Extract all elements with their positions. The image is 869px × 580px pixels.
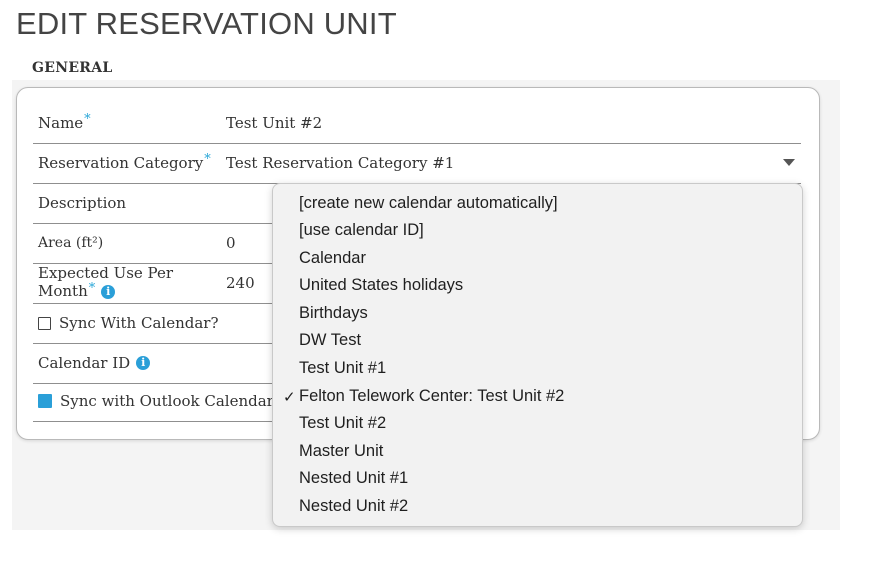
- area-label: Area (ft²): [38, 235, 104, 251]
- panel-gutter: [0, 80, 12, 530]
- dropdown-option[interactable]: Nested Unit #2: [299, 493, 408, 520]
- dropdown-option[interactable]: Nested Unit #1: [299, 465, 408, 492]
- option-label: Test Unit #2: [299, 414, 387, 432]
- chevron-down-icon[interactable]: [783, 159, 795, 166]
- form-row-name: Name * Test Unit #2: [33, 103, 801, 144]
- dropdown-option[interactable]: Calendar: [299, 245, 366, 272]
- sync-outlook-checkbox[interactable]: [38, 394, 52, 408]
- category-select[interactable]: Test Reservation Category #1: [226, 143, 454, 183]
- dropdown-option[interactable]: [use calendar ID]: [299, 217, 424, 244]
- dropdown-option[interactable]: [create new calendar automatically]: [299, 190, 558, 217]
- description-label: Description: [38, 194, 127, 212]
- expected-use-field[interactable]: 240: [226, 263, 255, 303]
- expected-use-label-line1: Expected Use Per: [38, 264, 174, 282]
- option-label: Felton Telework Center: Test Unit #2: [299, 387, 565, 405]
- page-title: EDIT RESERVATION UNIT: [16, 6, 397, 41]
- option-label: Test Unit #1: [299, 359, 387, 377]
- option-label: Master Unit: [299, 442, 384, 460]
- name-field[interactable]: Test Unit #2: [226, 103, 322, 143]
- category-label: Reservation Category *: [38, 143, 211, 183]
- option-label: Calendar: [299, 249, 366, 267]
- expected-use-label-line2: Month: [38, 282, 88, 300]
- required-marker: *: [204, 151, 211, 167]
- option-label: United States holidays: [299, 276, 464, 294]
- checkmark-icon: ✓: [283, 388, 296, 406]
- sync-outlook-label: Sync with Outlook Calendar:: [60, 392, 279, 410]
- sync-calendar-label: Sync With Calendar?: [59, 314, 219, 332]
- option-label: Nested Unit #1: [299, 469, 409, 487]
- dropdown-option[interactable]: Test Unit #2: [299, 410, 386, 437]
- option-label: [use calendar ID]: [299, 221, 424, 239]
- info-icon[interactable]: i: [136, 356, 151, 370]
- name-label: Name *: [38, 103, 91, 143]
- calendar-dropdown-menu[interactable]: [create new calendar automatically] [use…: [272, 183, 803, 527]
- sync-calendar-control[interactable]: Sync With Calendar?: [38, 303, 219, 343]
- sync-outlook-control[interactable]: Sync with Outlook Calendar:: [38, 381, 279, 421]
- section-title-general: GENERAL: [32, 60, 113, 76]
- required-marker: *: [84, 111, 91, 127]
- sync-calendar-checkbox[interactable]: [38, 316, 51, 330]
- area-field[interactable]: 0: [226, 223, 236, 263]
- dropdown-option[interactable]: Birthdays: [299, 300, 368, 327]
- option-label: Birthdays: [299, 304, 368, 322]
- option-label: DW Test: [299, 331, 362, 349]
- option-label: Nested Unit #2: [299, 497, 409, 515]
- dropdown-option-selected[interactable]: ✓ Felton Telework Center: Test Unit #2: [283, 383, 565, 410]
- category-label-text: Reservation Category: [38, 154, 204, 172]
- required-marker: *: [88, 281, 96, 296]
- option-label: [create new calendar automatically]: [299, 194, 558, 212]
- info-icon[interactable]: i: [101, 285, 116, 299]
- dropdown-option[interactable]: United States holidays: [299, 272, 463, 299]
- dropdown-option[interactable]: DW Test: [299, 327, 361, 354]
- dropdown-option[interactable]: Test Unit #1: [299, 355, 386, 382]
- name-label-text: Name: [38, 114, 84, 132]
- calendar-id-label-text: Calendar ID: [38, 354, 131, 372]
- form-row-category: Reservation Category * Test Reservation C…: [33, 143, 801, 184]
- dropdown-option[interactable]: Master Unit: [299, 438, 383, 465]
- calendar-id-label: Calendar ID i: [38, 343, 151, 383]
- expected-use-label: Expected Use Per Month* i: [38, 263, 173, 303]
